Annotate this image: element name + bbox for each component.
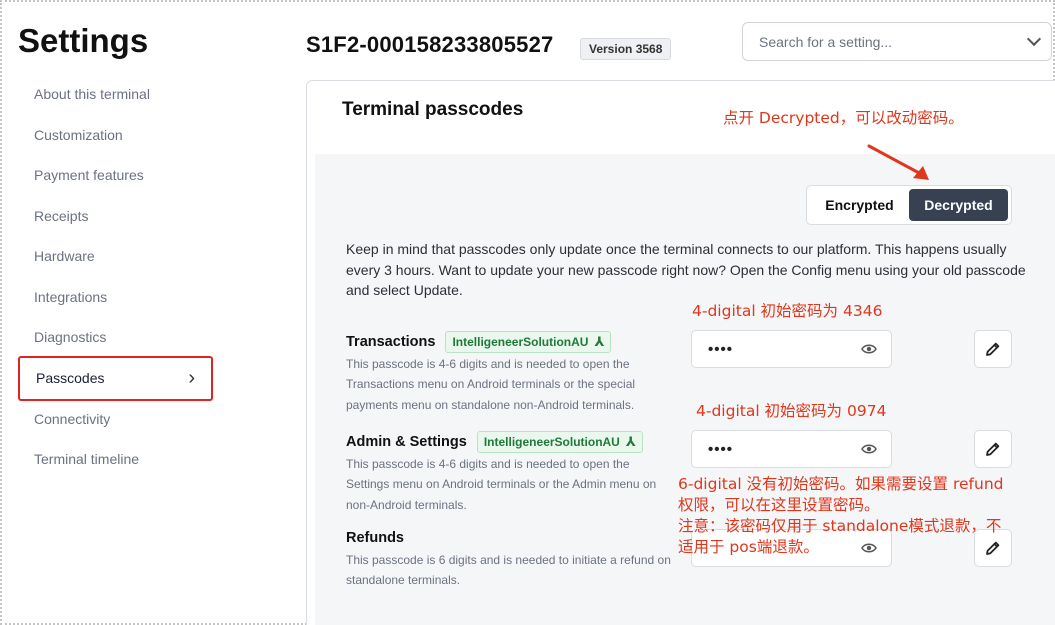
sidebar-item-terminal-timeline[interactable]: Terminal timeline xyxy=(18,439,213,480)
sidebar-item-about[interactable]: About this terminal xyxy=(18,74,213,115)
sidebar-item-hardware[interactable]: Hardware xyxy=(18,236,213,277)
admin-passcode-field[interactable]: •••• xyxy=(691,430,892,468)
decrypted-button[interactable]: Decrypted xyxy=(909,189,1008,221)
annotation-admin-note: 4-digital 初始密码为 0974 xyxy=(696,402,887,420)
eye-icon[interactable] xyxy=(861,441,877,457)
refunds-description: This passcode is 6 digits and is needed … xyxy=(346,553,671,588)
merge-icon: ⅄ xyxy=(594,334,605,349)
sidebar-item-passcodes[interactable]: Passcodes › xyxy=(18,355,213,401)
tag-text: IntelligeneerSolutionAU xyxy=(483,435,620,449)
search-input[interactable] xyxy=(759,33,999,50)
pencil-icon xyxy=(986,541,1000,555)
refunds-row-label: Refunds xyxy=(346,530,404,546)
annotation-refunds-note-1: 6-digital 没有初始密码。如果需要设置 refund xyxy=(678,475,1004,493)
chevron-right-icon: › xyxy=(188,366,195,389)
merge-icon: ⅄ xyxy=(625,434,636,449)
edit-admin-button[interactable] xyxy=(974,430,1012,468)
admin-row-label: Admin & Settings IntelligeneerSolutionAU… xyxy=(346,431,643,453)
sidebar-item-diagnostics[interactable]: Diagnostics xyxy=(18,317,213,358)
sidebar-item-label: Passcodes xyxy=(36,370,105,386)
annotation-transactions-note: 4-digital 初始密码为 4346 xyxy=(692,302,883,320)
pencil-icon xyxy=(986,342,1000,356)
search-select[interactable] xyxy=(742,22,1052,61)
eye-icon[interactable] xyxy=(861,341,877,357)
encrypted-button[interactable]: Encrypted xyxy=(810,189,909,221)
page-title: Settings xyxy=(18,22,149,59)
annotation-refunds-note-2: 权限，可以在这里设置密码。 xyxy=(678,496,880,514)
annotation-arrow-icon xyxy=(867,144,929,180)
sidebar-item-customization[interactable]: Customization xyxy=(18,115,213,156)
transactions-passcode-field[interactable]: •••• xyxy=(691,330,892,368)
account-tag: IntelligeneerSolutionAU ⅄ xyxy=(476,431,643,453)
sidebar: About this terminal Customization Paymen… xyxy=(18,74,213,480)
eye-icon[interactable] xyxy=(861,540,877,556)
transactions-label: Transactions xyxy=(346,334,436,350)
admin-label: Admin & Settings xyxy=(346,434,467,450)
admin-description: This passcode is 4-6 digits and is neede… xyxy=(346,457,657,512)
annotation-toggle-note: 点开 Decrypted，可以改动密码。 xyxy=(723,109,964,127)
account-tag: IntelligeneerSolutionAU ⅄ xyxy=(445,331,612,353)
edit-transactions-button[interactable] xyxy=(974,330,1012,368)
annotation-refunds-note-4: 适用于 pos端退款。 xyxy=(678,538,819,556)
pencil-icon xyxy=(986,442,1000,456)
annotation-refunds-note-3: 注意：该密码仅用于 standalone模式退款，不 xyxy=(678,517,1002,535)
sidebar-item-connectivity[interactable]: Connectivity xyxy=(18,399,213,440)
transactions-row-label: Transactions IntelligeneerSolutionAU ⅄ xyxy=(346,331,612,353)
panel-title: Terminal passcodes xyxy=(342,99,524,120)
refunds-label: Refunds xyxy=(346,530,404,546)
version-badge: Version 3568 xyxy=(580,38,672,60)
chevron-down-icon xyxy=(1026,31,1042,47)
tag-text: IntelligeneerSolutionAU xyxy=(452,335,589,349)
transactions-description: This passcode is 4-6 digits and is neede… xyxy=(346,357,636,412)
sidebar-item-payment-features[interactable]: Payment features xyxy=(18,155,213,196)
sidebar-item-integrations[interactable]: Integrations xyxy=(18,277,213,318)
encryption-toggle: Encrypted Decrypted xyxy=(806,185,1012,225)
info-text: Keep in mind that passcodes only update … xyxy=(346,241,1026,298)
sidebar-item-receipts[interactable]: Receipts xyxy=(18,196,213,237)
terminal-serial: S1F2-000158233805527 xyxy=(306,32,554,57)
passcode-value: •••• xyxy=(708,340,734,358)
passcode-value: •••• xyxy=(708,440,734,458)
